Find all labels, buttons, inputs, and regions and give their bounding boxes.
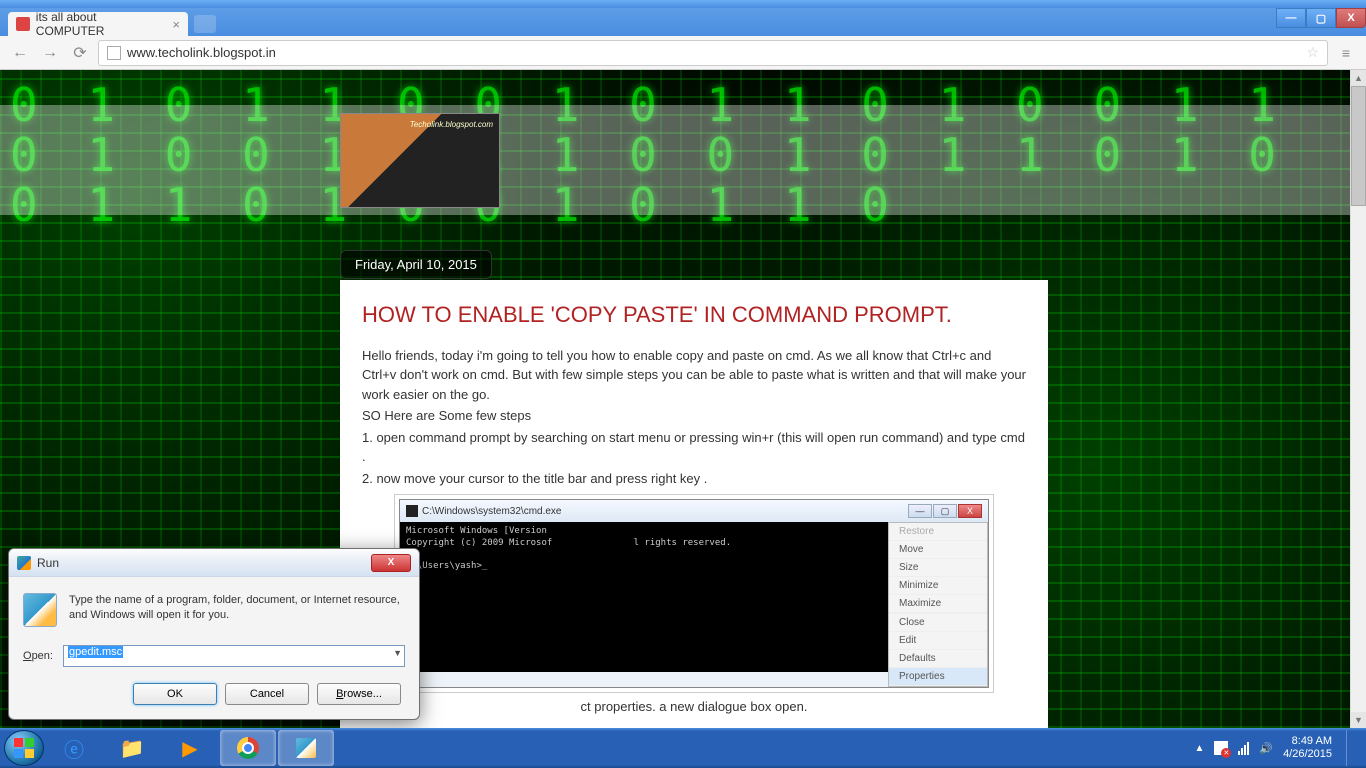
cmd-screenshot: C:\Windows\system32\cmd.exe — ▢ X Micros…	[394, 494, 994, 693]
scroll-down-icon[interactable]: ▼	[1351, 712, 1366, 728]
run-description: Type the name of a program, folder, docu…	[69, 593, 405, 623]
url-input[interactable]	[127, 45, 1300, 60]
context-menu: Restore Move Size Minimize Maximize Clos…	[888, 522, 988, 687]
cmd-title-text: C:\Windows\system32\cmd.exe	[422, 506, 562, 517]
header-caption: Techolink.blogspot.com	[410, 120, 493, 129]
page-icon	[107, 46, 121, 60]
run-icon	[17, 556, 31, 570]
window-close-button[interactable]: X	[1336, 8, 1366, 28]
cmd-output: Microsoft Windows [Version Copyright (c)…	[400, 522, 888, 672]
network-icon[interactable]	[1238, 742, 1249, 755]
chrome-menu-button[interactable]: ≡	[1334, 41, 1358, 65]
taskbar-media-player[interactable]: ▶	[162, 730, 218, 766]
vertical-scrollbar[interactable]: ▲ ▼	[1350, 70, 1366, 728]
menu-close: Close	[889, 614, 987, 632]
cmd-close-icon: X	[958, 504, 982, 518]
menu-defaults: Defaults	[889, 650, 987, 668]
menu-restore: Restore	[889, 523, 987, 541]
browser-tab[interactable]: its all about COMPUTER ×	[8, 12, 188, 36]
post-title[interactable]: HOW TO ENABLE 'COPY PASTE' IN COMMAND PR…	[362, 300, 1026, 330]
menu-edit: Edit	[889, 632, 987, 650]
taskbar-ie[interactable]: ⓔ	[46, 730, 102, 766]
run-titlebar[interactable]: Run X	[9, 549, 419, 577]
menu-minimize: Minimize	[889, 577, 987, 595]
show-desktop-button[interactable]	[1346, 730, 1356, 766]
run-title-text: Run	[37, 556, 59, 570]
run-open-label: Open:	[23, 650, 53, 662]
run-browse-button[interactable]: Browse...	[317, 683, 401, 705]
menu-maximize: Maximize	[889, 595, 987, 613]
menu-move: Move	[889, 541, 987, 559]
blog-header: Techolink.blogspot.com	[0, 105, 1366, 215]
cmd-min-icon: —	[908, 504, 932, 518]
favicon	[16, 17, 30, 31]
run-cancel-button[interactable]: Cancel	[225, 683, 309, 705]
back-button[interactable]: ←	[8, 41, 32, 65]
run-dialog: Run X Type the name of a program, folder…	[8, 548, 420, 720]
volume-icon[interactable]: 🔊	[1259, 742, 1273, 755]
forward-button[interactable]: →	[38, 41, 62, 65]
start-button[interactable]	[4, 730, 44, 766]
taskbar: ⓔ 📁 ▶ ▲ 🔊 8:49 AM 4/26/2015	[0, 728, 1366, 768]
taskbar-chrome[interactable]	[220, 730, 276, 766]
run-ok-button[interactable]: OK	[133, 683, 217, 705]
address-bar[interactable]: ☆	[98, 40, 1328, 66]
header-logo[interactable]: Techolink.blogspot.com	[340, 113, 500, 208]
action-center-icon[interactable]	[1214, 741, 1228, 755]
chrome-toolbar: ← → ⟳ ☆ ≡	[0, 36, 1366, 70]
tab-title: its all about COMPUTER	[36, 10, 167, 38]
cmd-icon	[406, 505, 418, 517]
new-tab-button[interactable]	[194, 15, 216, 33]
cmd-max-icon: ▢	[933, 504, 957, 518]
run-close-button[interactable]: X	[371, 554, 411, 572]
tab-close-icon[interactable]: ×	[172, 17, 180, 32]
post-date: Friday, April 10, 2015	[340, 250, 492, 279]
run-dropdown-icon[interactable]: ▼	[393, 648, 402, 658]
bookmark-star-icon[interactable]: ☆	[1306, 44, 1319, 61]
post-step1: 1. open command prompt by searching on s…	[362, 428, 1026, 467]
post-intro: Hello friends, today i'm going to tell y…	[362, 346, 1026, 405]
tray-overflow-icon[interactable]: ▲	[1194, 743, 1204, 754]
post-line2: SO Here are Some few steps	[362, 406, 1026, 426]
cmd-titlebar: C:\Windows\system32\cmd.exe — ▢ X	[400, 500, 988, 522]
chrome-tab-strip: its all about COMPUTER × — ▢ X	[0, 8, 1366, 36]
window-maximize-button[interactable]: ▢	[1306, 8, 1336, 28]
taskbar-explorer[interactable]: 📁	[104, 730, 160, 766]
clock[interactable]: 8:49 AM 4/26/2015	[1283, 735, 1332, 761]
window-minimize-button[interactable]: —	[1276, 8, 1306, 28]
blog-post: HOW TO ENABLE 'COPY PASTE' IN COMMAND PR…	[340, 280, 1048, 728]
run-big-icon	[23, 593, 57, 627]
scroll-thumb[interactable]	[1351, 86, 1366, 206]
post-step3: ct properties. a new dialogue box open.	[362, 697, 1026, 717]
system-tray: ▲ 🔊 8:49 AM 4/26/2015	[1194, 730, 1362, 766]
menu-properties: Properties	[889, 668, 987, 686]
run-input[interactable]: gpedit.msc	[63, 645, 405, 667]
menu-size: Size	[889, 559, 987, 577]
scroll-up-icon[interactable]: ▲	[1351, 70, 1366, 86]
taskbar-run[interactable]	[278, 730, 334, 766]
post-step2: 2. now move your cursor to the title bar…	[362, 469, 1026, 489]
reload-button[interactable]: ⟳	[68, 41, 92, 65]
